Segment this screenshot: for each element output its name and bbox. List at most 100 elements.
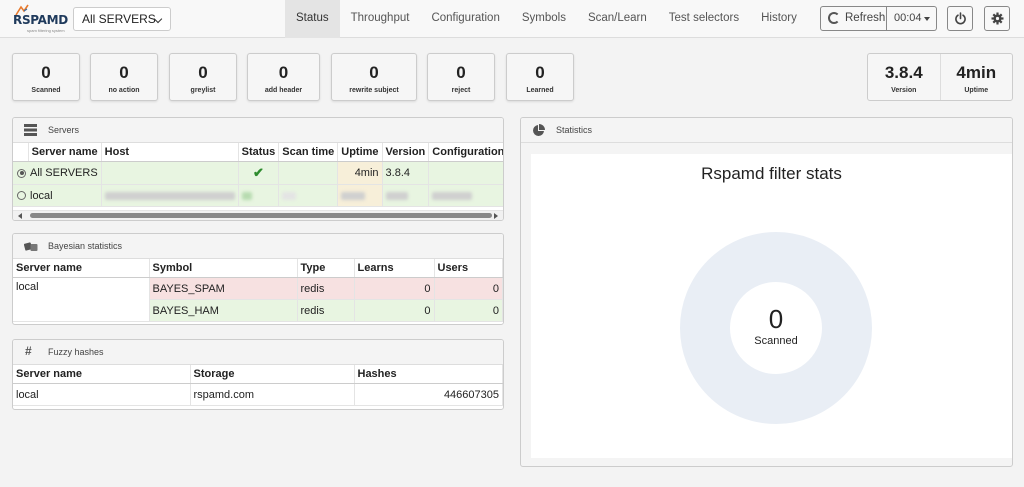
statistics-panel-header: Statistics <box>521 118 1012 143</box>
version-cell: 3.8.4 <box>382 161 430 185</box>
servers-table: Server name Host Status Scan time Uptime… <box>13 143 503 207</box>
fuzzy-table: Server name Storage Hashes local rspamd.… <box>13 365 503 406</box>
stat-value: 0 <box>198 63 208 82</box>
uptime-cell: 4min <box>337 161 383 185</box>
redacted-text <box>241 191 252 200</box>
host-cell-redacted <box>101 184 239 207</box>
table-row[interactable]: All SERVERS ✔ 4min 3.8.4 <box>13 161 503 185</box>
servers-title: Servers <box>48 125 80 135</box>
redacted-text <box>385 191 408 200</box>
stat-greylist: 0 greylist <box>169 53 237 101</box>
servers-col-server-name: Server name <box>28 143 102 162</box>
stat-label: greylist <box>190 87 216 94</box>
server-icon <box>24 124 37 136</box>
stat-value: 0 <box>41 63 51 82</box>
bayes-symbol-cell: BAYES_HAM <box>149 299 298 322</box>
servers-panel-header: Servers <box>13 118 503 143</box>
tab-scan-learn[interactable]: Scan/Learn <box>577 0 658 38</box>
scrollbar-thumb[interactable] <box>30 213 492 218</box>
stat-scanned: 0 Scanned <box>12 53 80 101</box>
main-tabs: Status Throughput Configuration Symbols … <box>285 0 808 38</box>
tab-throughput[interactable]: Throughput <box>340 0 421 38</box>
bayes-col-symbol: Symbol <box>149 259 298 278</box>
rspamd-logo[interactable]: RSPAMD spam filtering system <box>13 4 68 34</box>
uptime-value: 4min <box>956 63 997 82</box>
tab-configuration[interactable]: Configuration <box>420 0 510 38</box>
stat-value: 0 <box>369 63 379 82</box>
check-icon: ✔ <box>253 165 264 180</box>
stat-label: add header <box>264 87 303 94</box>
disconnect-button[interactable] <box>947 6 973 31</box>
server-select[interactable]: All SERVERS <box>73 7 171 31</box>
pie-chart-icon <box>533 124 545 136</box>
filter-stats-chart: Rspamd filter stats 0 Scanned <box>531 154 1012 458</box>
statistics-title: Statistics <box>556 125 593 135</box>
servers-col-select <box>13 143 29 162</box>
bayes-col-learns: Learns <box>354 259 435 278</box>
status-cell: ✔ <box>238 161 280 185</box>
redacted-text <box>432 191 473 200</box>
fuzzy-panel: # Fuzzy hashes Server name Storage Hashe… <box>12 339 504 410</box>
bayes-table: Server name Symbol Type Learns Users loc… <box>13 259 503 322</box>
table-row: local BAYES_SPAM redis 0 0 <box>13 277 503 322</box>
stat-no-action: 0 no action <box>90 53 158 101</box>
bayes-users-cell: 0 <box>434 299 503 322</box>
table-row[interactable]: local <box>13 184 503 207</box>
config-id-cell-redacted <box>428 184 503 207</box>
server-name-cell[interactable]: All SERVERS <box>13 161 102 185</box>
bayes-col-users: Users <box>434 259 503 278</box>
fuzzy-panel-header: # Fuzzy hashes <box>13 340 503 365</box>
stat-learned: 0 Learned <box>506 53 574 101</box>
host-cell <box>101 161 239 185</box>
redacted-text <box>104 191 235 200</box>
version-cell-redacted <box>382 184 430 207</box>
table-row: local rspamd.com 446607305 <box>13 383 503 406</box>
donut-chart: 0 Scanned <box>680 232 872 424</box>
version-value: 3.8.4 <box>884 63 923 82</box>
status-cell-redacted <box>238 184 280 207</box>
stat-value: 0 <box>535 63 545 82</box>
donut-center-label: Scanned <box>754 335 797 347</box>
config-id-cell <box>428 161 503 185</box>
tab-history[interactable]: History <box>750 0 808 38</box>
tab-symbols[interactable]: Symbols <box>511 0 577 38</box>
bayes-panel: Bayesian statistics Server name Symbol T… <box>12 233 504 325</box>
servers-col-config-id: Configuration ID <box>428 143 503 162</box>
bayes-learns-cell: 0 <box>354 299 435 322</box>
brand-tagline: spam filtering system <box>27 28 65 33</box>
servers-horizontal-scrollbar[interactable] <box>13 210 503 220</box>
hash-icon: # <box>25 344 32 358</box>
power-icon <box>955 12 966 25</box>
tab-test-selectors[interactable]: Test selectors <box>658 0 750 38</box>
stat-value: 0 <box>278 63 289 82</box>
bayes-col-type: Type <box>297 259 355 278</box>
servers-panel: Servers Server name Host Status Scan tim… <box>12 117 504 221</box>
server-radio[interactable] <box>17 191 26 201</box>
scan-time-cell <box>278 161 339 185</box>
servers-col-status: Status <box>238 143 280 162</box>
scroll-left-icon[interactable] <box>18 213 22 219</box>
caret-down-icon <box>924 17 930 21</box>
refresh-interval-dropdown[interactable]: 00:04 <box>887 6 937 31</box>
fuzzy-col-hashes: Hashes <box>354 365 503 384</box>
stat-value: 0 <box>119 63 129 82</box>
bayes-type-cell: redis <box>297 299 355 322</box>
servers-col-uptime: Uptime <box>337 143 383 162</box>
uptime-cell-redacted <box>337 184 383 207</box>
tab-status[interactable]: Status <box>285 0 340 38</box>
server-radio[interactable] <box>17 168 26 178</box>
fuzzy-title: Fuzzy hashes <box>48 347 104 357</box>
redacted-text <box>282 191 297 200</box>
settings-button[interactable] <box>984 6 1010 31</box>
brand-name: RSPAMD <box>13 13 68 27</box>
refresh-button[interactable]: Refresh <box>820 6 887 31</box>
stat-label: reject <box>451 87 471 94</box>
scan-time-cell-redacted <box>278 184 339 207</box>
server-name-cell[interactable]: local <box>13 184 102 207</box>
bayes-type-cell: redis <box>297 277 355 300</box>
servers-col-version: Version <box>382 143 430 162</box>
scroll-right-icon[interactable] <box>494 213 498 219</box>
refresh-label: Refresh <box>845 12 886 24</box>
uptime-label: Uptime <box>964 87 989 94</box>
version-uptime-box: 3.8.4 Version 4min Uptime <box>867 53 1013 101</box>
